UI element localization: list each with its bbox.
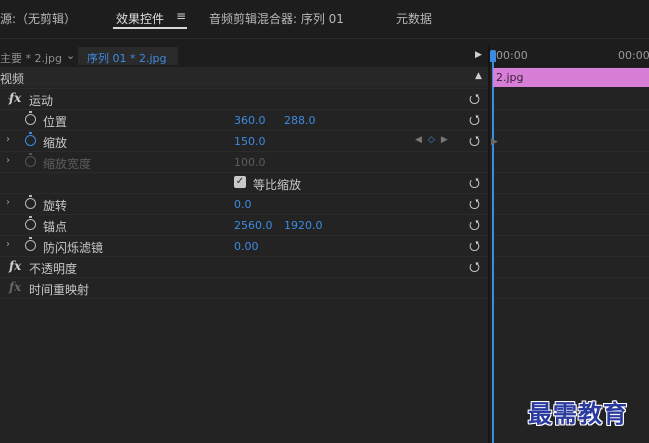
stopwatch-icon[interactable] <box>25 132 36 146</box>
active-tab-indicator <box>113 27 187 29</box>
effect-row-opacity[interactable]: fx 不透明度 ⭯ <box>0 256 488 277</box>
timeline-ruler[interactable]: 00:00 00:00 <box>490 45 649 67</box>
effect-label-opacity: 不透明度 <box>29 262 78 276</box>
video-header-label: 视频 <box>0 72 25 86</box>
effect-label-motion: 运动 <box>29 94 54 108</box>
fx-icon: fx <box>9 280 22 294</box>
timeline-row-line <box>494 235 649 236</box>
effect-label-time-remap: 时间重映射 <box>29 283 90 297</box>
timeline-row-line <box>494 214 649 215</box>
timeline-row-line <box>494 256 649 257</box>
timeline-row-line <box>494 172 649 173</box>
clip-selector-bar: 主要 * 2.jpg ⌄ 序列 01 * 2.jpg ▶ <box>0 45 488 67</box>
property-row-rotation: › 旋转 0.0 ⭯ <box>0 193 488 214</box>
collapse-up-icon[interactable]: ▲ <box>475 71 482 81</box>
effect-row-motion[interactable]: ⌄ fx 运动 ⭯ <box>0 88 488 109</box>
effect-row-time-remap[interactable]: fx 时间重映射 <box>0 277 488 298</box>
mini-timeline <box>490 45 649 443</box>
ruler-tick-start: 00:00 <box>496 49 528 62</box>
expand-twisty-icon[interactable]: › <box>6 197 10 208</box>
property-label-scale-width: 缩放宽度 <box>43 157 92 171</box>
tab-source[interactable]: 源:（无剪辑） <box>0 10 76 27</box>
sequence-clip-label: 序列 01 * 2.jpg <box>87 52 167 65</box>
rotation-value[interactable]: 0.0 <box>234 198 252 211</box>
stopwatch-icon[interactable] <box>25 216 36 230</box>
timeline-row-line <box>494 151 649 152</box>
property-label-scale: 缩放 <box>43 136 68 150</box>
prev-keyframe-icon[interactable]: ◀ <box>415 135 428 145</box>
uniform-scale-label: 等比缩放 <box>253 178 302 192</box>
timeline-row-line <box>494 298 649 299</box>
scale-width-value: 100.0 <box>234 156 266 169</box>
row-separator <box>0 298 488 299</box>
tab-effect-controls[interactable]: 效果控件 <box>116 10 164 27</box>
scale-value[interactable]: 150.0 <box>234 135 266 148</box>
timeline-clip-label: 2.jpg <box>496 71 524 84</box>
chevron-down-icon[interactable]: ⌄ <box>66 49 75 62</box>
position-y-value[interactable]: 288.0 <box>284 114 316 127</box>
property-label-antiflicker: 防闪烁滤镜 <box>43 241 104 255</box>
property-row-position: 位置 360.0 288.0 ⭯ <box>0 109 488 130</box>
keyframe-marker-icon: ▶ <box>491 137 498 147</box>
antiflicker-value[interactable]: 0.00 <box>234 240 259 253</box>
uniform-scale-checkbox[interactable]: ✓ <box>234 176 246 188</box>
sequence-clip-tab[interactable]: 序列 01 * 2.jpg <box>78 47 178 65</box>
timeline-row-line <box>494 193 649 194</box>
property-row-scale: › 缩放 150.0 ◀◇▶ ⭯ <box>0 130 488 151</box>
tab-metadata[interactable]: 元数据 <box>396 10 432 27</box>
watermark-logo: 最需教育 <box>528 399 628 428</box>
timeline-row-line <box>494 130 649 131</box>
keyframe-navigator: ◀◇▶ <box>415 135 454 145</box>
stopwatch-icon[interactable] <box>25 237 36 251</box>
playhead-line[interactable] <box>492 62 494 443</box>
expand-twisty-icon[interactable]: › <box>6 239 10 250</box>
timeline-row-line <box>494 109 649 110</box>
anchor-x-value[interactable]: 2560.0 <box>234 219 273 232</box>
fx-icon[interactable]: fx <box>9 91 21 105</box>
property-row-scale-width: › 缩放宽度 100.0 <box>0 151 488 172</box>
stopwatch-icon <box>25 153 36 167</box>
property-row-uniform-scale: ✓ 等比缩放 ⭯ <box>0 172 488 193</box>
add-keyframe-icon[interactable]: ◇ <box>428 135 441 145</box>
property-row-antiflicker: › 防闪烁滤镜 0.00 ⭯ <box>0 235 488 256</box>
timeline-clip[interactable]: 2.jpg <box>493 68 649 87</box>
fx-icon[interactable]: fx <box>9 259 21 273</box>
panel-tab-bar: 源:（无剪辑） 效果控件 ≡ 音频剪辑混合器: 序列 01 元数据 <box>0 0 649 39</box>
expand-twisty-icon[interactable]: › <box>6 155 10 166</box>
video-effects-header: 视频 ▲ <box>0 67 488 87</box>
position-x-value[interactable]: 360.0 <box>234 114 266 127</box>
property-label-rotation: 旋转 <box>43 199 68 213</box>
panel-menu-icon[interactable]: ≡ <box>176 9 186 23</box>
property-row-anchor: 锚点 2560.0 1920.0 ⭯ <box>0 214 488 235</box>
property-label-position: 位置 <box>43 115 68 129</box>
play-icon[interactable]: ▶ <box>475 50 482 60</box>
timeline-row-line <box>494 277 649 278</box>
stopwatch-icon[interactable] <box>25 111 36 125</box>
next-keyframe-icon[interactable]: ▶ <box>441 135 454 145</box>
expand-twisty-icon[interactable]: › <box>6 134 10 145</box>
playhead-handle[interactable] <box>490 50 496 62</box>
stopwatch-icon[interactable] <box>25 195 36 209</box>
anchor-y-value[interactable]: 1920.0 <box>284 219 323 232</box>
property-label-anchor: 锚点 <box>43 220 68 234</box>
tab-audio-clip-mixer[interactable]: 音频剪辑混合器: 序列 01 <box>209 10 344 27</box>
ruler-tick-end: 00:00 <box>618 49 649 62</box>
master-clip-label[interactable]: 主要 * 2.jpg <box>0 50 62 66</box>
